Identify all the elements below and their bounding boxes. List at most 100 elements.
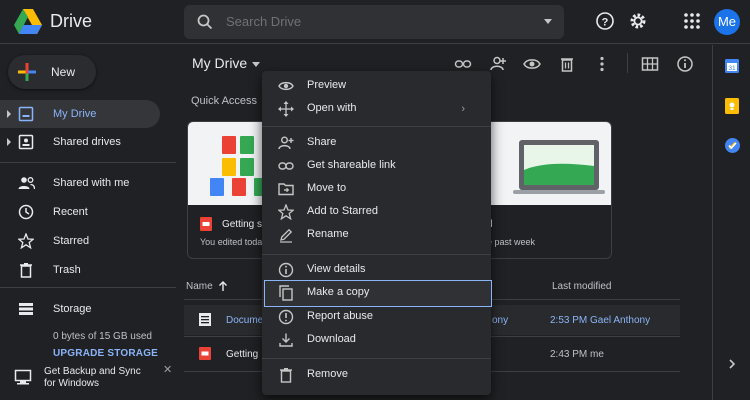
- menu-item-label: Get shareable link: [307, 159, 396, 171]
- upgrade-storage-link[interactable]: UPGRADE STORAGE: [53, 348, 158, 359]
- menu-item-move-to[interactable]: Move to: [262, 178, 491, 200]
- menu-item-share[interactable]: Share: [262, 132, 491, 154]
- sidebar-item-my-drive[interactable]: My Drive: [0, 100, 160, 128]
- sidebar: New My Drive Shared drives Shared with m…: [0, 45, 176, 400]
- copy-icon: [279, 285, 293, 301]
- computer-icon: [14, 369, 32, 385]
- folder-move-icon: [278, 183, 294, 196]
- menu-item-rename[interactable]: Rename: [262, 224, 491, 246]
- expand-caret-icon[interactable]: [7, 138, 11, 146]
- search-icon[interactable]: [196, 13, 214, 31]
- menu-item-label: Make a copy: [307, 286, 370, 298]
- svg-text:?: ?: [602, 17, 609, 29]
- shared-drives-icon: [18, 134, 34, 150]
- backup-sync-promo[interactable]: Get Backup and Sync for Windows ✕: [0, 361, 176, 400]
- menu-item-label: Rename: [307, 228, 349, 240]
- backup-promo-text: Get Backup and Sync for Windows: [44, 366, 141, 389]
- column-header-name[interactable]: Name: [186, 281, 213, 292]
- top-bar: Drive Search Drive ? Me: [0, 0, 750, 44]
- quick-access-heading: Quick Access: [191, 95, 258, 107]
- menu-item-preview[interactable]: Preview: [262, 75, 491, 97]
- drive-logo-icon[interactable]: [14, 9, 42, 34]
- file-modified: 2:53 PM Gael Anthony: [550, 315, 651, 326]
- file-modified: 2:43 PM me: [550, 349, 604, 360]
- menu-item-report-abuse[interactable]: Report abuse: [262, 306, 491, 328]
- person-add-icon: [278, 136, 294, 150]
- menu-item-view-details[interactable]: View details: [262, 259, 491, 281]
- close-icon[interactable]: ✕: [163, 363, 172, 376]
- sort-arrow-up-icon[interactable]: [218, 281, 228, 292]
- download-icon: [279, 333, 293, 347]
- pdf-icon: [200, 217, 212, 231]
- people-icon: [18, 177, 35, 190]
- chevron-down-icon[interactable]: [252, 62, 260, 67]
- sidebar-item-storage[interactable]: Storage: [0, 295, 160, 323]
- more-vert-icon[interactable]: [593, 55, 611, 73]
- new-button[interactable]: New: [8, 55, 96, 89]
- menu-item-open-with[interactable]: Open with ›: [262, 98, 491, 120]
- svg-text:31: 31: [728, 65, 736, 72]
- app-title[interactable]: Drive: [50, 11, 92, 32]
- page-title[interactable]: My Drive: [192, 55, 247, 71]
- plus-icon: [18, 63, 36, 81]
- divider: [0, 287, 176, 288]
- menu-item-download[interactable]: Download: [262, 329, 491, 351]
- file-name: Docume: [226, 315, 264, 326]
- menu-item-label: Download: [307, 333, 356, 345]
- search-bar[interactable]: Search Drive: [184, 5, 564, 39]
- sidebar-item-shared-drives[interactable]: Shared drives: [0, 128, 160, 156]
- sidebar-item-shared-with-me[interactable]: Shared with me: [0, 169, 160, 197]
- menu-item-label: View details: [307, 263, 366, 275]
- column-header-last-modified[interactable]: Last modified: [552, 281, 611, 292]
- apps-grid-icon[interactable]: [682, 11, 702, 31]
- share-person-add-icon[interactable]: [489, 55, 507, 73]
- clock-icon: [18, 204, 34, 220]
- trash-icon: [20, 263, 32, 278]
- file-owner: ony: [492, 315, 509, 326]
- side-panel-rail: 31: [712, 45, 750, 400]
- menu-item-label: Preview: [307, 79, 347, 91]
- submenu-chevron-icon: ›: [461, 103, 465, 115]
- calendar-icon[interactable]: 31: [725, 58, 739, 73]
- alert-icon: [278, 309, 294, 325]
- sidebar-item-label: Trash: [53, 264, 81, 276]
- sidebar-item-recent[interactable]: Recent: [0, 198, 160, 226]
- delete-trash-icon[interactable]: [558, 55, 576, 73]
- sidebar-item-label: Shared drives: [53, 136, 121, 148]
- menu-item-label: Add to Starred: [307, 205, 378, 217]
- info-icon[interactable]: [676, 55, 694, 73]
- menu-item-get-shareable-link[interactable]: Get shareable link: [262, 155, 491, 177]
- keep-notes-icon[interactable]: [725, 98, 739, 114]
- grid-view-icon[interactable]: [641, 55, 659, 73]
- search-options-icon[interactable]: [544, 19, 552, 24]
- trash-icon: [280, 368, 292, 383]
- preview-eye-icon[interactable]: [523, 55, 541, 73]
- account-avatar[interactable]: Me: [714, 9, 740, 35]
- menu-item-add-to-starred[interactable]: Add to Starred: [262, 201, 491, 223]
- pencil-icon: [280, 228, 293, 243]
- menu-divider: [262, 126, 491, 127]
- file-name: Getting: [226, 349, 259, 360]
- menu-item-label: Remove: [307, 368, 348, 380]
- pdf-icon: [199, 347, 211, 360]
- expand-panel-chevron-icon[interactable]: [727, 358, 737, 370]
- tasks-icon[interactable]: [725, 138, 740, 153]
- storage-icon: [19, 303, 33, 315]
- menu-item-label: Move to: [307, 182, 347, 194]
- doc-icon: [199, 313, 211, 326]
- my-drive-icon: [18, 106, 34, 122]
- divider: [0, 162, 176, 163]
- sidebar-item-starred[interactable]: Starred: [0, 227, 160, 255]
- menu-item-make-a-copy[interactable]: Make a copy: [264, 280, 492, 307]
- sidebar-item-trash[interactable]: Trash: [0, 256, 160, 284]
- eye-icon: [278, 81, 294, 91]
- toolbar-divider: [627, 53, 628, 73]
- new-button-label: New: [51, 65, 76, 79]
- help-icon[interactable]: ?: [595, 11, 615, 31]
- search-input[interactable]: Search Drive: [226, 14, 301, 29]
- menu-item-remove[interactable]: Remove: [262, 364, 491, 386]
- expand-caret-icon[interactable]: [7, 110, 11, 118]
- sidebar-item-label: Starred: [53, 235, 90, 247]
- settings-gear-icon[interactable]: [628, 11, 648, 31]
- storage-usage-text: 0 bytes of 15 GB used: [53, 331, 152, 342]
